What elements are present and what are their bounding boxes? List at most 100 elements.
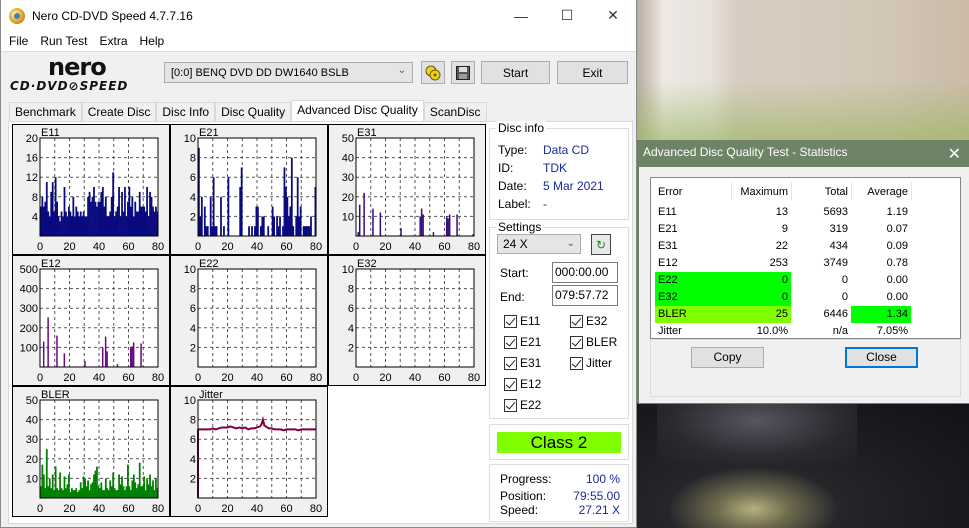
- refresh-speeds-button[interactable]: ↻: [591, 234, 611, 255]
- bar: [42, 341, 45, 367]
- cell-average: 0.78: [886, 257, 908, 269]
- disc-info-group: Disc info Type: Data CD ID: TDK Date: 5 …: [489, 121, 629, 220]
- x-tick-label: 20: [379, 372, 391, 384]
- logo-nero-text: nero: [48, 52, 107, 81]
- chart-e12: 100 200 300 400 500 0 20 40 60 80 E12: [12, 255, 170, 386]
- y-tick-label: 4: [190, 454, 196, 466]
- maximize-button[interactable]: ☐: [544, 0, 590, 31]
- x-tick-label: 0: [195, 241, 201, 253]
- table-row[interactable]: E31 22 434 0.09: [655, 238, 955, 255]
- tab-benchmark[interactable]: Benchmark: [9, 102, 82, 121]
- header-separator: [911, 182, 912, 200]
- checkbox-e21[interactable]: E21: [504, 335, 541, 349]
- chart-title: E32: [357, 258, 377, 270]
- y-tick-label: 4: [32, 211, 38, 223]
- bar: [101, 347, 104, 367]
- chart-svg: 2 4 6 8 10 0 20 40 60 80 E32: [342, 258, 480, 384]
- close-button[interactable]: ✕: [590, 0, 636, 31]
- bar: [456, 214, 458, 236]
- table-row[interactable]: E12 253 3749 0.78: [655, 255, 955, 272]
- y-tick-label: 10: [26, 473, 38, 485]
- bar: [63, 353, 66, 367]
- drive-info-button[interactable]: [421, 61, 445, 84]
- drive-select[interactable]: [0:0] BENQ DVD DD DW1640 BSLB ⌄: [164, 62, 413, 83]
- table-row[interactable]: E21 9 319 0.07: [655, 221, 955, 238]
- checkbox-e31[interactable]: E31: [504, 356, 541, 370]
- y-tick-label: 4: [190, 192, 196, 204]
- start-button[interactable]: Start: [481, 61, 550, 84]
- table-row[interactable]: Jitter 10.0% n/a 7.05%: [655, 323, 955, 340]
- chart-title: E11: [41, 127, 60, 139]
- x-tick-label: 20: [379, 241, 391, 253]
- main-window: Nero CD-DVD Speed 4.7.7.16 — ☐ ✕ File Ru…: [0, 0, 637, 528]
- tab-create-disc[interactable]: Create Disc: [81, 102, 157, 121]
- checkbox-e32[interactable]: E32: [570, 314, 607, 328]
- checkbox-bler[interactable]: BLER: [570, 335, 617, 349]
- header-total[interactable]: Total: [791, 184, 851, 201]
- speed-select[interactable]: 24 X ⌄: [497, 234, 581, 254]
- checkbox-label: E31: [520, 356, 542, 370]
- progress-group: Progress: 100 % Position: 79:55.00 Speed: 2…: [489, 464, 629, 522]
- checkbox-e11[interactable]: E11: [504, 314, 540, 328]
- menu-run-test[interactable]: Run Test: [34, 34, 93, 48]
- close-button[interactable]: Close: [845, 347, 918, 368]
- checkbox-label: BLER: [586, 335, 618, 349]
- menu-help[interactable]: Help: [134, 34, 171, 48]
- checkbox-e22[interactable]: E22: [504, 398, 541, 412]
- header-separator: [791, 182, 792, 200]
- checkbox-label: Jitter: [586, 356, 613, 370]
- bar: [200, 196, 203, 236]
- exit-button[interactable]: Exit: [557, 61, 628, 84]
- dialog-close-icon[interactable]: ✕: [948, 144, 961, 164]
- copy-button[interactable]: Copy: [691, 347, 764, 368]
- bar: [257, 206, 259, 236]
- bar: [220, 196, 222, 236]
- x-tick-label: 20: [221, 503, 233, 515]
- chart-e32: 2 4 6 8 10 0 20 40 60 80 E32: [328, 255, 486, 386]
- settings-title: Settings: [496, 220, 544, 234]
- cell-total: 5693: [823, 206, 848, 218]
- table-row[interactable]: E22 0 0 0.00: [655, 272, 955, 289]
- bar: [372, 208, 374, 236]
- bar: [140, 343, 142, 367]
- tab-scandisc[interactable]: ScanDisc: [423, 102, 487, 121]
- table-row[interactable]: BLER 25 6446 1.34: [655, 306, 955, 323]
- checkbox-box: [504, 314, 517, 328]
- start-time-input[interactable]: 000:00.00: [552, 262, 618, 283]
- tab-disc-info[interactable]: Disc Info: [156, 102, 216, 121]
- x-tick-label: 80: [310, 372, 322, 384]
- menu-extra[interactable]: Extra: [93, 34, 133, 48]
- floppy-disk-icon: [456, 65, 470, 80]
- header-maximum[interactable]: Maximum: [655, 184, 791, 201]
- x-tick-label: 40: [409, 372, 421, 384]
- checkbox-e12[interactable]: E12: [504, 377, 541, 391]
- checkbox-label: E11: [520, 314, 541, 328]
- menu-file[interactable]: File: [3, 34, 34, 48]
- y-tick-label: 2: [348, 342, 354, 354]
- y-tick-label: 10: [342, 211, 354, 223]
- minimize-button[interactable]: —: [498, 0, 544, 31]
- disc-swap-icon: [425, 65, 441, 80]
- end-time-input[interactable]: 079:57.72: [552, 285, 618, 306]
- bar: [240, 167, 243, 236]
- cell-maximum: 25: [775, 308, 788, 320]
- x-tick-label: 80: [152, 503, 164, 515]
- x-tick-label: 60: [438, 241, 450, 253]
- table-row[interactable]: E11 13 5693 1.19: [655, 204, 955, 221]
- save-button[interactable]: [451, 61, 475, 84]
- y-tick-label: 2: [190, 473, 196, 485]
- type-label: Type:: [498, 143, 528, 157]
- chart-title: E21: [199, 127, 219, 139]
- chart-title: Jitter: [199, 389, 223, 401]
- id-value: TDK: [543, 161, 567, 175]
- header-average[interactable]: Average: [851, 184, 911, 201]
- tab-disc-quality[interactable]: Disc Quality: [215, 102, 292, 121]
- x-tick-label: 40: [93, 372, 105, 384]
- checkbox-jitter[interactable]: Jitter: [570, 356, 612, 370]
- cell-maximum: 22: [775, 240, 788, 252]
- cell-average: 1.19: [886, 206, 908, 218]
- tab-advanced-disc-quality[interactable]: Advanced Disc Quality: [291, 100, 424, 121]
- y-tick-label: 6: [348, 303, 354, 315]
- table-row[interactable]: E32 0 0 0.00: [655, 289, 955, 306]
- bar: [279, 216, 281, 236]
